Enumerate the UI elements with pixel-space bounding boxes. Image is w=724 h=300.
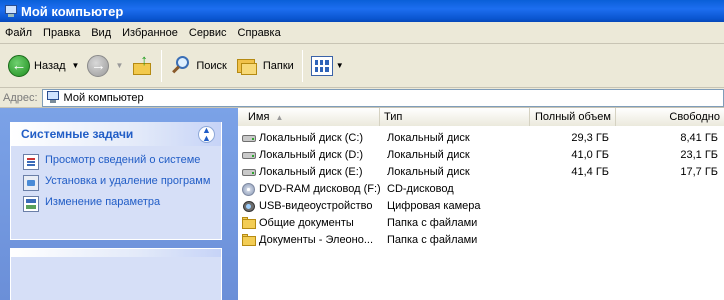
task-label: Просмотр сведений о системе bbox=[45, 154, 201, 166]
menu-help[interactable]: Справка bbox=[238, 27, 289, 39]
item-type: Локальный диск bbox=[387, 148, 470, 161]
item-name: USB-видеоустройство bbox=[259, 199, 373, 212]
system-tasks-panel: Системные задачи ▲ ▲ Просмотр сведений о … bbox=[10, 122, 222, 240]
column-total-label: Полный объем bbox=[535, 111, 611, 123]
address-label: Адрес: bbox=[3, 91, 38, 104]
item-type: Локальный диск bbox=[387, 165, 470, 178]
item-type: CD-дисковод bbox=[387, 182, 454, 195]
list-item[interactable]: Документы - Элеоно... Папка с файлами bbox=[238, 231, 724, 248]
menu-tools[interactable]: Сервис bbox=[189, 27, 235, 39]
system-tasks-title: Системные задачи bbox=[21, 127, 134, 141]
views-icon bbox=[310, 55, 333, 76]
system-info-icon bbox=[23, 154, 39, 170]
menu-file[interactable]: Файл bbox=[5, 27, 40, 39]
folder-icon bbox=[241, 233, 257, 247]
item-type: Папка с файлами bbox=[387, 216, 478, 229]
forward-dropdown-icon[interactable]: ▼ bbox=[115, 61, 123, 70]
my-computer-icon bbox=[4, 4, 18, 18]
search-icon bbox=[170, 55, 192, 77]
address-field[interactable]: Мой компьютер bbox=[41, 88, 724, 107]
list-item[interactable]: USB-видеоустройство Цифровая камера bbox=[238, 197, 724, 214]
system-tasks-header[interactable]: Системные задачи ▲ ▲ bbox=[11, 122, 221, 146]
menu-favorites[interactable]: Избранное bbox=[122, 27, 186, 39]
sort-ascending-icon: ▲ bbox=[275, 112, 284, 122]
item-total: 41,4 ГБ bbox=[571, 165, 609, 178]
item-name: Документы - Элеоно... bbox=[259, 233, 374, 246]
menu-bar: Файл Правка Вид Избранное Сервис Справка bbox=[0, 22, 724, 44]
file-list: Имя ▲ Тип Полный объем Свободно Локальны… bbox=[238, 108, 724, 300]
task-add-remove-programs[interactable]: Установка и удаление программ bbox=[23, 175, 211, 191]
item-total: 41,0 ГБ bbox=[571, 148, 609, 161]
toolbar: ← Назад ▼ → ▼ ↑ Поиск Папки ▼ bbox=[0, 44, 724, 88]
my-computer-icon bbox=[46, 91, 60, 104]
back-label: Назад bbox=[34, 59, 66, 72]
column-type-label: Тип bbox=[384, 111, 403, 123]
task-change-setting[interactable]: Изменение параметра bbox=[23, 196, 211, 212]
column-free-space[interactable]: Свободно bbox=[616, 108, 724, 126]
up-button[interactable]: ↑ bbox=[127, 49, 157, 83]
forward-button[interactable]: → ▼ bbox=[83, 49, 127, 83]
item-free: 8,41 ГБ bbox=[680, 131, 718, 144]
item-name: Локальный диск (E:) bbox=[259, 165, 363, 178]
views-button[interactable]: ▼ bbox=[307, 49, 348, 83]
add-remove-programs-icon bbox=[23, 175, 39, 191]
address-bar: Адрес: Мой компьютер bbox=[0, 88, 724, 108]
item-type: Цифровая камера bbox=[387, 199, 481, 212]
cd-drive-icon bbox=[241, 182, 257, 196]
item-type: Локальный диск bbox=[387, 131, 470, 144]
control-panel-icon bbox=[23, 196, 39, 212]
folders-icon bbox=[235, 55, 259, 77]
item-name: Локальный диск (C:) bbox=[259, 131, 364, 144]
search-button[interactable]: Поиск bbox=[166, 49, 230, 83]
title-bar[interactable]: Мой компьютер bbox=[0, 0, 724, 22]
column-total-size[interactable]: Полный объем bbox=[530, 108, 616, 126]
item-name: Общие документы bbox=[259, 216, 354, 229]
list-item[interactable]: DVD-RAM дисковод (F:) CD-дисковод bbox=[238, 180, 724, 197]
other-places-panel bbox=[10, 248, 222, 300]
column-name-label: Имя bbox=[248, 111, 270, 123]
toolbar-separator bbox=[301, 49, 303, 82]
list-column-header: Имя ▲ Тип Полный объем Свободно bbox=[238, 108, 724, 126]
collapse-chevron-icon[interactable]: ▲ ▲ bbox=[198, 125, 215, 143]
list-item[interactable]: Локальный диск (E:) Локальный диск 41,4 … bbox=[238, 163, 724, 180]
folders-label: Папки bbox=[262, 59, 294, 72]
address-value: Мой компьютер bbox=[63, 91, 144, 104]
back-dropdown-icon[interactable]: ▼ bbox=[72, 61, 80, 70]
menu-edit[interactable]: Правка bbox=[43, 27, 88, 39]
search-label: Поиск bbox=[196, 59, 227, 72]
item-name: Локальный диск (D:) bbox=[259, 148, 364, 161]
list-item[interactable]: Локальный диск (D:) Локальный диск 41,0 … bbox=[238, 146, 724, 163]
item-name: DVD-RAM дисковод (F:) bbox=[259, 182, 380, 195]
task-label: Изменение параметра bbox=[45, 196, 161, 208]
column-name[interactable]: Имя ▲ bbox=[238, 108, 380, 126]
list-item[interactable]: Локальный диск (C:) Локальный диск 29,3 … bbox=[238, 129, 724, 146]
hard-disk-icon bbox=[241, 131, 257, 145]
views-dropdown-icon[interactable]: ▼ bbox=[336, 61, 344, 70]
item-total: 29,3 ГБ bbox=[571, 131, 609, 144]
back-arrow-icon: ← bbox=[8, 54, 30, 77]
folders-button[interactable]: Папки bbox=[231, 49, 298, 83]
item-free: 17,7 ГБ bbox=[680, 165, 718, 178]
task-view-system-info[interactable]: Просмотр сведений о системе bbox=[23, 154, 211, 170]
forward-arrow-icon: → bbox=[87, 54, 110, 77]
task-label: Установка и удаление программ bbox=[45, 175, 211, 187]
list-item[interactable]: Общие документы Папка с файлами bbox=[238, 214, 724, 231]
column-free-label: Свободно bbox=[669, 111, 720, 123]
folder-icon bbox=[241, 216, 257, 230]
camera-icon bbox=[241, 199, 257, 213]
hard-disk-icon bbox=[241, 165, 257, 179]
item-free: 23,1 ГБ bbox=[680, 148, 718, 161]
folder-up-icon: ↑ bbox=[131, 53, 153, 77]
hard-disk-icon bbox=[241, 148, 257, 162]
task-pane: Системные задачи ▲ ▲ Просмотр сведений о … bbox=[0, 108, 238, 300]
back-button[interactable]: ← Назад ▼ bbox=[4, 49, 83, 83]
window-title: Мой компьютер bbox=[21, 3, 124, 19]
other-places-header[interactable] bbox=[11, 249, 221, 257]
toolbar-separator bbox=[161, 49, 163, 82]
menu-view[interactable]: Вид bbox=[91, 27, 119, 39]
item-type: Папка с файлами bbox=[387, 233, 478, 246]
column-type[interactable]: Тип bbox=[380, 108, 530, 126]
